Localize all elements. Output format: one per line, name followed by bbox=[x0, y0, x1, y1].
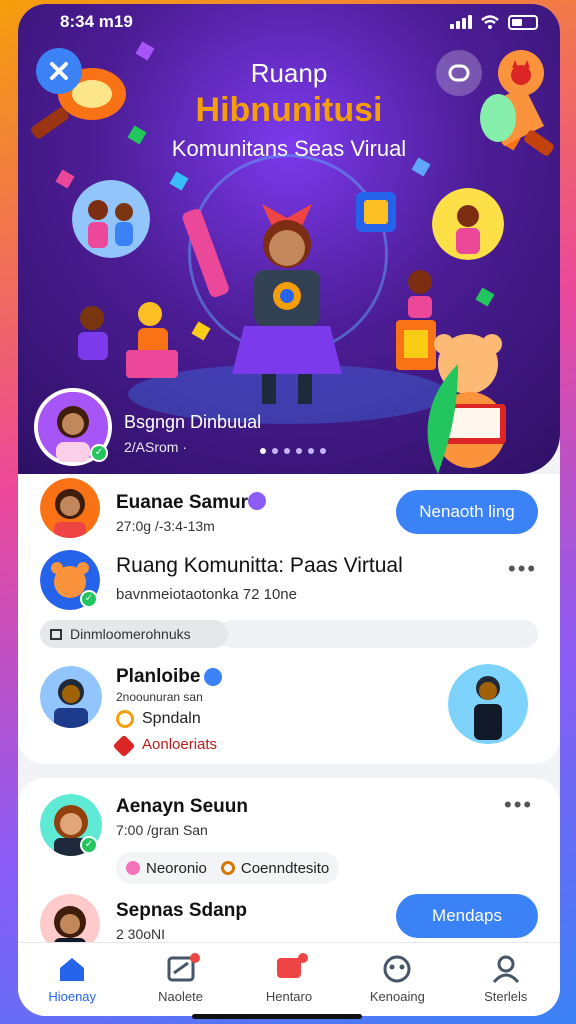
post-subtext: 2noounuran san bbox=[116, 690, 203, 704]
avatar bbox=[40, 478, 100, 538]
nav-label: Sterlels bbox=[484, 989, 528, 1004]
nav-item-chat[interactable]: Hentaro bbox=[244, 953, 334, 1004]
post-author[interactable]: Euanae Samur bbox=[116, 492, 248, 514]
more-options-icon[interactable]: ••• bbox=[508, 556, 537, 582]
hero-title-line2: Hibnunitusi bbox=[195, 91, 383, 129]
nav-item-news[interactable]: Naolete bbox=[136, 953, 226, 1004]
section-divider bbox=[218, 620, 538, 648]
carousel-dot[interactable] bbox=[320, 448, 326, 454]
emoji-icon bbox=[126, 861, 140, 875]
post-time: 2 30oNI bbox=[116, 926, 166, 942]
heart-icon bbox=[112, 734, 136, 758]
post-author[interactable]: Sepnas Sdanp bbox=[116, 900, 247, 922]
confetti-shape bbox=[169, 171, 189, 191]
verified-icon: ✓ bbox=[80, 590, 98, 608]
carousel-dot[interactable] bbox=[284, 448, 290, 454]
notification-badge bbox=[297, 953, 308, 963]
status-time: 8:34 m19 bbox=[60, 12, 133, 31]
featured-subtext: 2/ASrom · bbox=[124, 439, 188, 455]
devil-mascot-icon bbox=[511, 60, 531, 85]
confetti-shape bbox=[55, 169, 75, 189]
carousel-dot[interactable] bbox=[296, 448, 302, 454]
carousel-dot[interactable] bbox=[260, 448, 266, 454]
verified-icon: ✓ bbox=[90, 444, 108, 462]
kids-bubble-image bbox=[72, 180, 150, 258]
girl-bubble-image bbox=[432, 188, 504, 260]
telescope-icon bbox=[182, 209, 229, 298]
phone-screen: Ruanp Hibnunitusi Komunitans Seas Virual… bbox=[18, 4, 560, 1016]
featured-info[interactable]: Bsgngn Dinbuual 2/ASrom · bbox=[124, 412, 261, 455]
home-indicator[interactable] bbox=[192, 1014, 362, 1019]
tag-pill[interactable]: Neoronio Coenndtesito bbox=[116, 852, 340, 884]
section-chip[interactable]: Dinmloomerohnuks bbox=[40, 620, 228, 648]
bottom-nav: Hioenay Naolete Hentaro Kenoaing Sterlel… bbox=[18, 942, 560, 1016]
featured-name: Bsgngn Dinbuual bbox=[124, 412, 262, 432]
join-button[interactable]: Nenaoth ling bbox=[396, 490, 538, 534]
battery-icon bbox=[508, 14, 538, 30]
sun-icon bbox=[220, 861, 235, 875]
tag-label[interactable]: Spndaln bbox=[142, 710, 201, 728]
sync-button[interactable] bbox=[436, 50, 482, 96]
carousel-dot[interactable] bbox=[272, 448, 278, 454]
status-bar: 8:34 m19 bbox=[18, 4, 560, 40]
nav-label: Naolete bbox=[158, 989, 203, 1004]
nav-label: Hentaro bbox=[265, 989, 313, 1004]
join-button[interactable]: Mendaps bbox=[396, 894, 538, 938]
leaf-shape bbox=[427, 364, 458, 474]
close-button[interactable] bbox=[36, 48, 82, 94]
reaction-label[interactable]: Aonloeriats bbox=[142, 736, 217, 753]
tablet-icon bbox=[356, 192, 396, 232]
carousel-dot[interactable] bbox=[308, 448, 314, 454]
avatar bbox=[40, 666, 102, 728]
community-icon bbox=[383, 955, 411, 983]
more-options-icon[interactable]: ••• bbox=[504, 792, 533, 818]
wifi-icon bbox=[481, 15, 499, 29]
nav-label: Hioenay bbox=[48, 989, 97, 1004]
list-item[interactable]: Euanae Samur 27:0g /-3:4-13m Nenaoth lin… bbox=[18, 474, 560, 544]
featured-avatar[interactable]: ✓ bbox=[34, 388, 112, 466]
list-item[interactable]: ✓ Aenayn Seuun 7:00 /gran San ••• Neoron… bbox=[18, 792, 560, 884]
profile-icon bbox=[492, 955, 519, 983]
nav-item-profile[interactable]: Sterlels bbox=[461, 955, 551, 1004]
sun-icon bbox=[116, 710, 134, 728]
confetti-shape bbox=[475, 287, 495, 307]
close-icon bbox=[50, 62, 68, 80]
nav-item-community[interactable]: Kenoaing bbox=[352, 955, 442, 1004]
carousel-dots[interactable] bbox=[260, 448, 326, 454]
home-icon bbox=[60, 958, 85, 981]
feed-card: ✓ Aenayn Seuun 7:00 /gran San ••• Neoron… bbox=[18, 778, 560, 954]
post-thumbnail-image[interactable] bbox=[448, 664, 528, 744]
nav-label: Kenoaing bbox=[369, 989, 425, 1004]
section-label: Dinmloomerohnuks bbox=[70, 626, 191, 642]
post-author[interactable]: Aenayn Seuun bbox=[116, 796, 248, 818]
post-time: 27:0g /-3:4-13m bbox=[116, 518, 215, 534]
community-title[interactable]: Ruang Komunitta: Paas Virtual bbox=[116, 554, 403, 578]
post-author[interactable]: Planloibe bbox=[116, 666, 200, 688]
hero-subtitle: Komunitans Seas Virual bbox=[171, 136, 407, 161]
feed-card: Euanae Samur 27:0g /-3:4-13m Nenaoth lin… bbox=[18, 474, 560, 764]
sync-icon bbox=[448, 64, 470, 82]
mascot-button[interactable] bbox=[498, 50, 544, 96]
list-item[interactable]: ✓ Ruang Komunitta: Paas Virtual bavnmeio… bbox=[18, 546, 560, 612]
verified-badge-icon bbox=[248, 492, 266, 510]
verified-icon: ✓ bbox=[80, 836, 98, 854]
signal-icon bbox=[450, 15, 472, 29]
hero-character-image bbox=[232, 204, 342, 404]
tag-label: Coenndtesito bbox=[240, 859, 330, 877]
list-item[interactable]: Planloibe 2noounuran san Spndaln Aonloer… bbox=[18, 660, 560, 758]
verified-badge-icon bbox=[204, 668, 222, 686]
tag-label: Neoronio bbox=[146, 859, 207, 877]
calendar-icon bbox=[50, 629, 62, 640]
post-time: 7:00 /gran San bbox=[116, 822, 208, 838]
community-meta: bavnmeiotaotonka 72 10ne bbox=[116, 586, 297, 603]
nav-item-home[interactable]: Hioenay bbox=[27, 955, 117, 1004]
notification-badge bbox=[189, 953, 200, 963]
